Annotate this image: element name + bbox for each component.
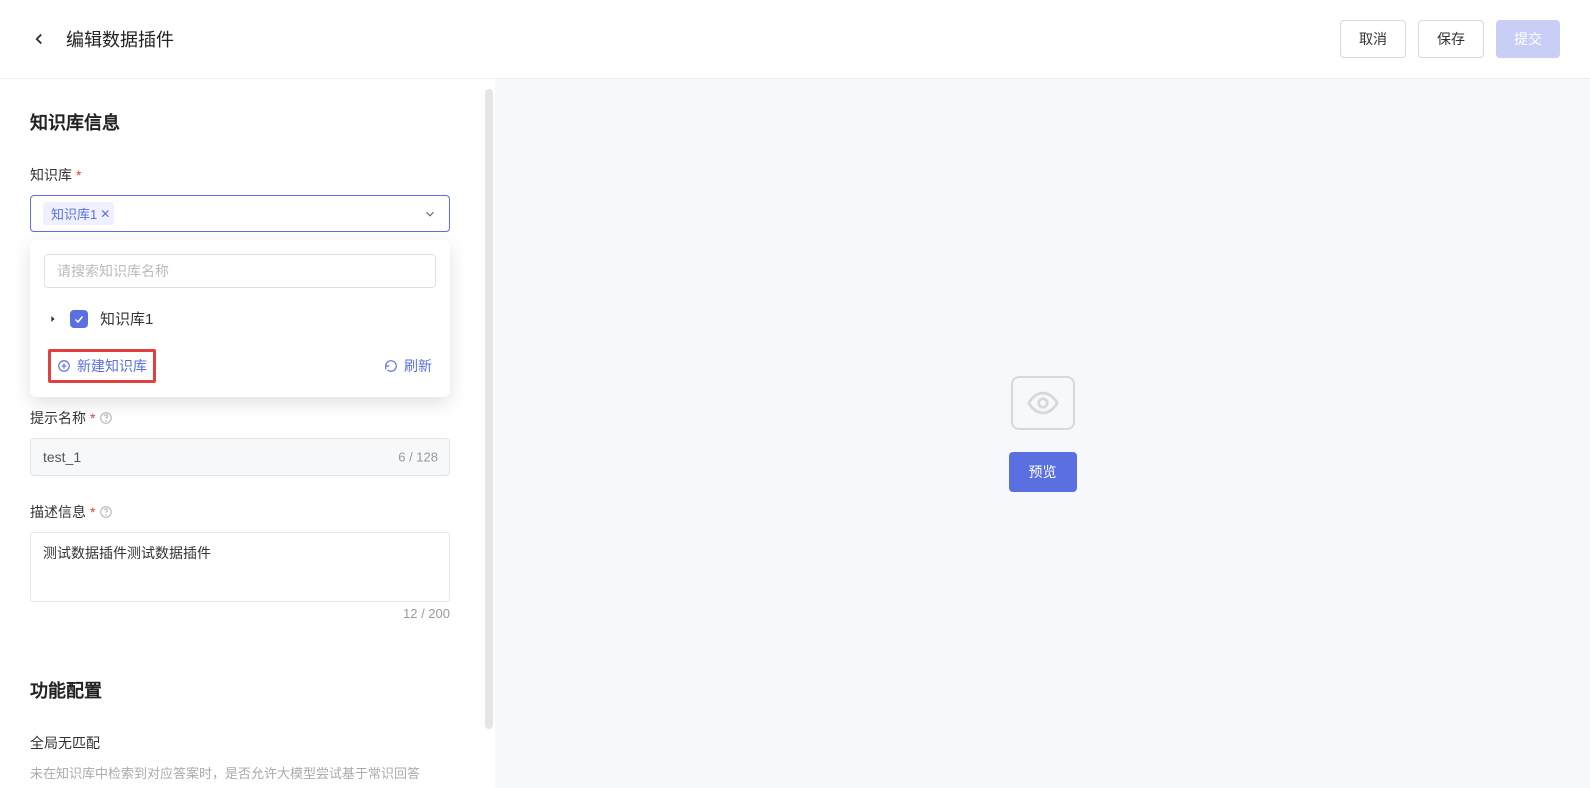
name-char-count: 6 / 128 xyxy=(398,450,438,465)
global-nomatch-label: 全局无匹配 xyxy=(30,733,100,753)
help-icon[interactable] xyxy=(99,505,113,519)
help-icon[interactable] xyxy=(99,411,113,425)
save-button[interactable]: 保存 xyxy=(1418,20,1484,58)
chevron-down-icon xyxy=(423,207,437,221)
page-title: 编辑数据插件 xyxy=(66,26,174,52)
kb-dropdown: 知识库1 新建知识库 刷新 xyxy=(30,240,450,397)
checkbox-checked[interactable] xyxy=(70,310,88,328)
create-kb-link[interactable]: 新建知识库 xyxy=(57,356,147,376)
back-icon[interactable] xyxy=(30,30,48,48)
kb-label: 知识库 xyxy=(30,165,72,185)
desc-textarea[interactable]: 测试数据插件测试数据插件 xyxy=(30,532,450,602)
caret-right-icon xyxy=(48,314,58,324)
desc-char-count: 12 / 200 xyxy=(30,606,450,621)
required-marker: * xyxy=(76,167,81,183)
highlight-annotation: 新建知识库 xyxy=(48,349,156,383)
section-kb-info: 知识库信息 xyxy=(30,109,465,135)
kb-option-label: 知识库1 xyxy=(100,308,153,329)
refresh-icon xyxy=(384,359,398,373)
preview-button[interactable]: 预览 xyxy=(1009,452,1077,492)
scrollbar[interactable] xyxy=(485,89,493,729)
desc-label: 描述信息 xyxy=(30,502,86,522)
refresh-label: 刷新 xyxy=(404,356,432,376)
kb-select[interactable]: 知识库1 ✕ xyxy=(30,195,450,232)
kb-option-item[interactable]: 知识库1 xyxy=(44,302,436,335)
name-input[interactable]: test_1 xyxy=(30,438,450,476)
required-marker: * xyxy=(90,410,95,426)
kb-search-input[interactable] xyxy=(44,254,436,288)
required-marker: * xyxy=(90,504,95,520)
preview-placeholder xyxy=(1011,376,1075,430)
refresh-link[interactable]: 刷新 xyxy=(384,356,432,376)
eye-icon xyxy=(1026,386,1060,420)
create-kb-label: 新建知识库 xyxy=(77,356,147,376)
cancel-button[interactable]: 取消 xyxy=(1340,20,1406,58)
global-nomatch-help: 未在知识库中检索到对应答案时，是否允许大模型尝试基于常识回答 xyxy=(30,763,465,782)
tag-label: 知识库1 xyxy=(51,204,97,223)
plus-circle-icon xyxy=(57,359,71,373)
kb-selected-tag[interactable]: 知识库1 ✕ xyxy=(43,202,114,225)
section-func-config: 功能配置 xyxy=(30,677,465,703)
check-icon xyxy=(73,313,85,325)
submit-button[interactable]: 提交 xyxy=(1496,20,1560,58)
tag-remove-icon[interactable]: ✕ xyxy=(100,207,110,221)
name-label: 提示名称 xyxy=(30,408,86,428)
